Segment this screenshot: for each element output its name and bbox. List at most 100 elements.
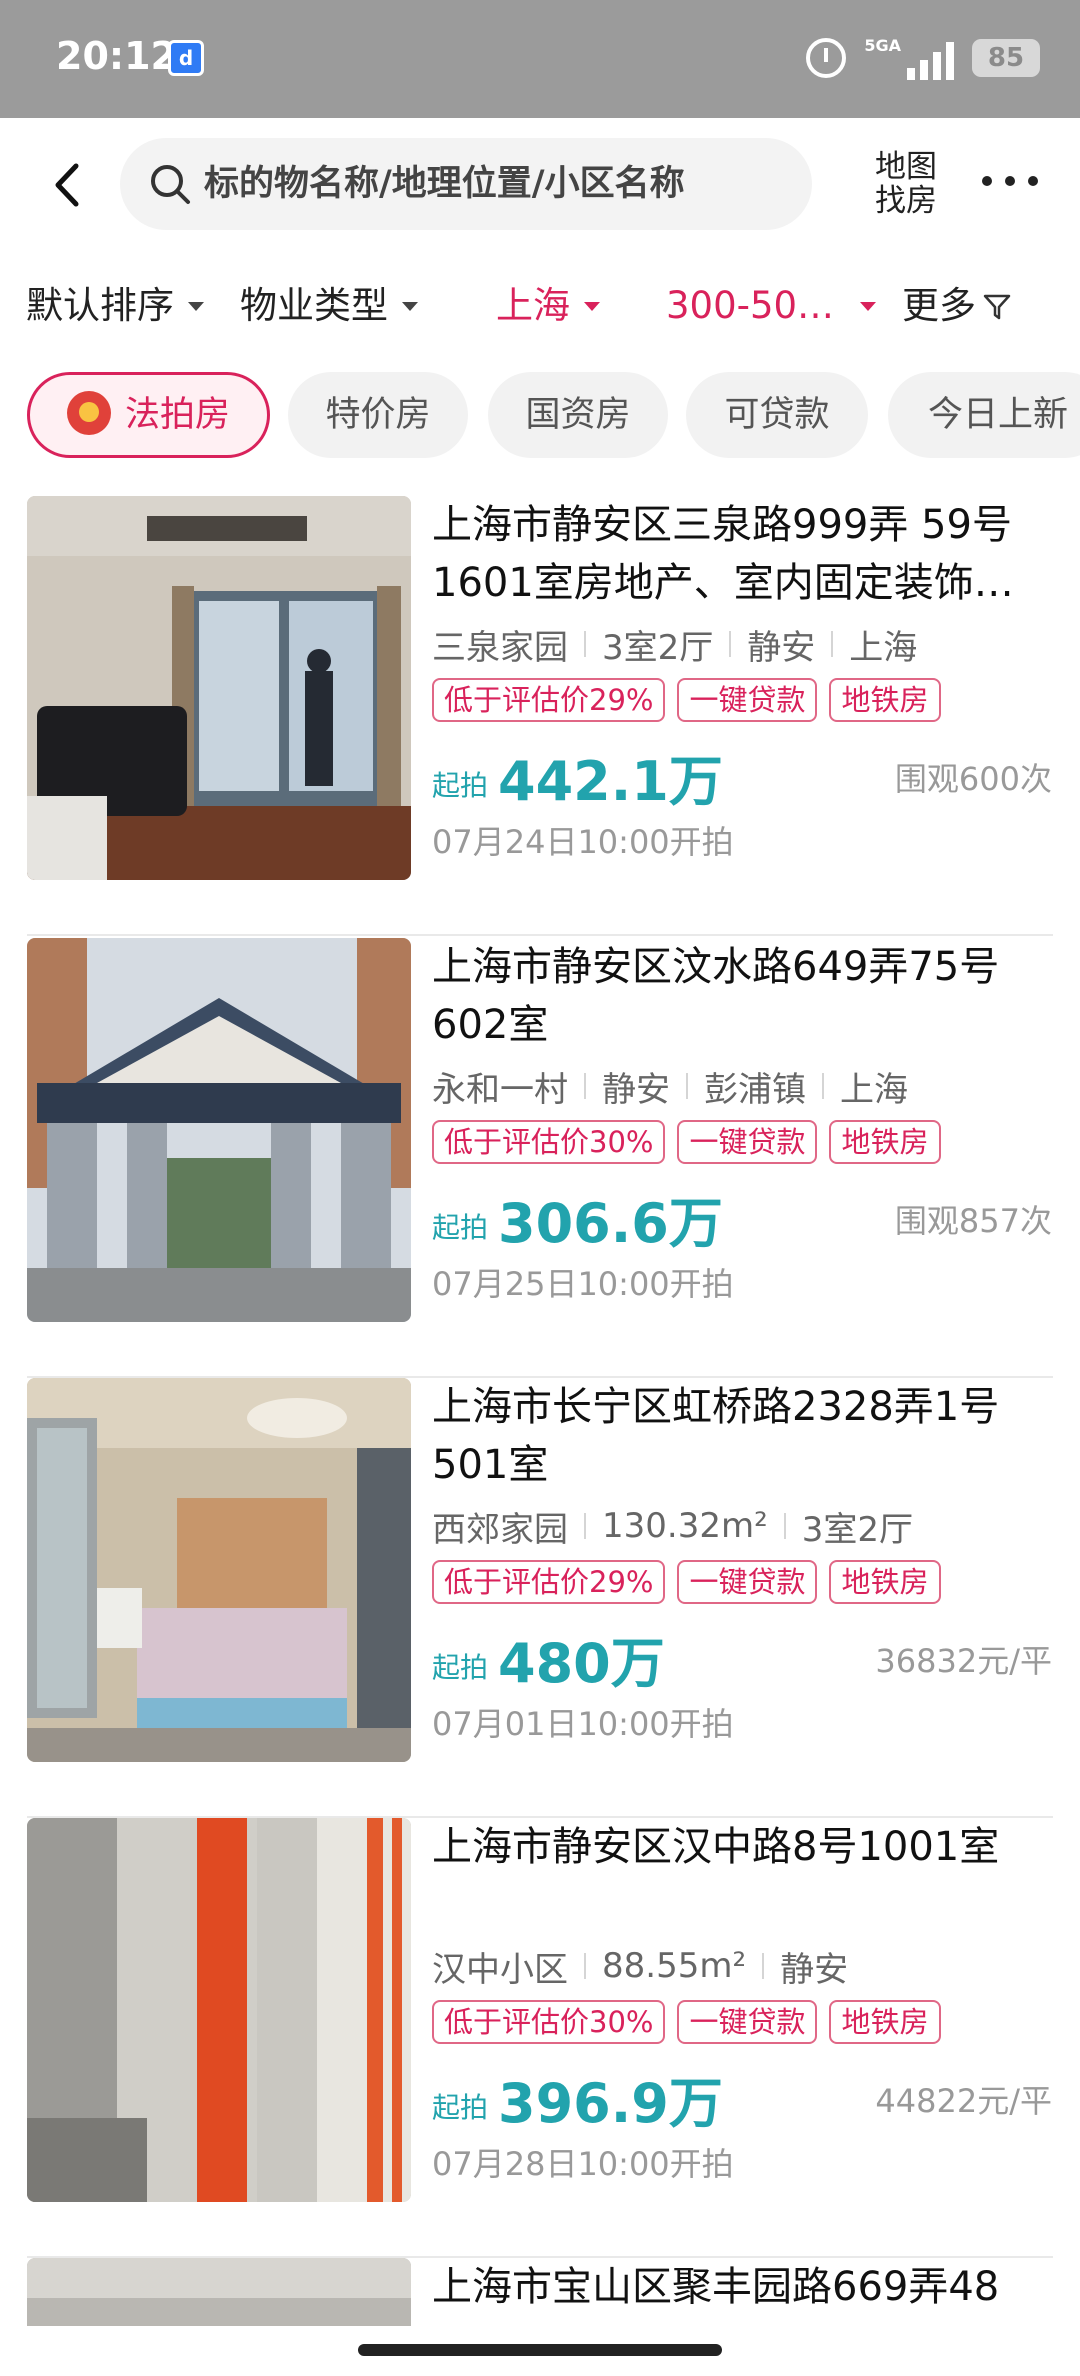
listing-meta: 三泉家园 3室2厅 静安 上海 — [432, 616, 1052, 672]
price-row: 起拍 306.6万 围观857次 — [432, 1186, 1052, 1256]
tag-discount: 低于评估价30% — [432, 2000, 666, 2044]
starting-price-label: 起拍 — [432, 2091, 489, 2124]
chip-judicial-auction[interactable]: 法拍房 — [27, 372, 270, 458]
divider — [27, 934, 1053, 936]
alarm-icon — [806, 38, 847, 78]
chip-label: 特价房 — [325, 395, 431, 435]
meta-district: 静安 — [602, 1069, 670, 1110]
search-input[interactable] — [204, 138, 794, 230]
auction-start-time: 07月01日10:00开拍 — [432, 1705, 734, 1743]
tag-discount: 低于评估价29% — [432, 1560, 666, 1604]
listing-meta: 西郊家园 130.32m² 3室2厅 — [432, 1498, 1052, 1554]
starting-price: 396.9万 — [498, 2072, 723, 2135]
back-arrow-icon[interactable] — [44, 160, 94, 210]
auction-start-time: 07月28日10:00开拍 — [432, 2145, 734, 2183]
chevron-down-icon — [584, 301, 600, 311]
notification-app-icon: d — [168, 40, 204, 76]
filter-property-type[interactable]: 物业类型 — [240, 278, 418, 334]
meta-community: 永和一村 — [432, 1069, 568, 1110]
auction-start-time: 07月24日10:00开拍 — [432, 823, 734, 861]
chevron-down-icon — [402, 301, 418, 311]
map-search-label-line1: 地图 — [875, 149, 937, 185]
filter-city-label: 上海 — [496, 284, 570, 327]
chip-state-owned[interactable]: 国资房 — [488, 372, 668, 458]
tag-loan: 一键贷款 — [677, 1560, 818, 1604]
filter-sort[interactable]: 默认排序 — [26, 278, 204, 334]
search-bar[interactable] — [120, 138, 812, 230]
bedroom-photo — [27, 1378, 411, 1762]
starting-price-label: 起拍 — [432, 1211, 489, 1244]
listing-tags: 低于评估价29% 一键贷款 地铁房 — [432, 1560, 1052, 1604]
meta-layout: 3室2厅 — [602, 627, 714, 668]
listing-tags: 低于评估价30% 一键贷款 地铁房 — [432, 1120, 1052, 1164]
tag-subway: 地铁房 — [829, 1120, 941, 1164]
listing-title: 上海市静安区汉中路8号1001室 — [432, 1824, 1000, 1870]
filter-price[interactable]: 300-50… — [666, 278, 877, 334]
search-icon — [151, 165, 190, 204]
chip-label: 今日上新 — [927, 395, 1068, 435]
quick-filter-chips: 法拍房 特价房 国资房 可贷款 今日上新 — [0, 368, 1080, 464]
tag-loan: 一键贷款 — [677, 1120, 818, 1164]
listing-card[interactable]: 上海市静安区三泉路999弄 59号1601室房地产、室内固定装饰… 三泉家园 3… — [0, 496, 1080, 936]
tag-loan: 一键贷款 — [677, 678, 818, 722]
filter-city[interactable]: 上海 — [496, 278, 600, 334]
more-options-icon[interactable] — [982, 176, 1038, 196]
map-search-button[interactable]: 地图 找房 — [866, 150, 946, 220]
meta-district: 静安 — [780, 1949, 849, 1990]
chip-label: 法拍房 — [124, 395, 230, 435]
chevron-down-icon — [860, 301, 877, 311]
status-bar: 20:12 d 5GA 85 — [0, 0, 1080, 118]
listing-card[interactable]: 上海市静安区汶水路649弄75号602室 永和一村 静安 彭浦镇 上海 低于评估… — [0, 938, 1080, 1378]
app-root: 20:12 d 5GA 85 地图 找房 — [0, 0, 1080, 2376]
meta-layout: 3室2厅 — [801, 1509, 913, 1550]
listing-title: 上海市静安区汶水路649弄75号602室 — [432, 944, 1000, 1048]
tag-loan: 一键贷款 — [677, 2000, 818, 2044]
unit-price: 36832元/平 — [875, 1642, 1052, 1680]
view-count: 围观857次 — [894, 1202, 1052, 1240]
starting-price: 480万 — [498, 1632, 665, 1695]
filter-bar: 默认排序 物业类型 上海 300-50… 更多 — [0, 250, 1080, 360]
starting-price-label: 起拍 — [432, 1651, 489, 1684]
tag-discount: 低于评估价29% — [432, 678, 666, 722]
auction-start-time: 07月25日10:00开拍 — [432, 1265, 734, 1303]
listing-title: 上海市静安区三泉路999弄 59号1601室房地产、室内固定装饰… — [432, 502, 1014, 606]
filter-property-type-label: 物业类型 — [240, 284, 388, 327]
chip-loan-available[interactable]: 可贷款 — [686, 372, 868, 458]
listing-card[interactable]: 上海市长宁区虹桥路2328弄1号501室 西郊家园 130.32m² 3室2厅 … — [0, 1378, 1080, 1818]
tag-subway: 地铁房 — [829, 2000, 941, 2044]
chip-label: 国资房 — [525, 395, 631, 435]
chip-label: 可贷款 — [724, 395, 830, 435]
meta-community: 西郊家园 — [432, 1509, 568, 1550]
chip-new-today[interactable]: 今日上新 — [888, 372, 1080, 458]
status-time: 20:12 — [56, 34, 177, 78]
tag-subway: 地铁房 — [829, 1560, 941, 1604]
chip-special-price[interactable]: 特价房 — [288, 372, 468, 458]
starting-price: 442.1万 — [498, 750, 723, 813]
view-count: 围观600次 — [894, 760, 1052, 798]
home-indicator[interactable] — [0, 2326, 1080, 2376]
network-type: 5GA — [864, 36, 901, 55]
filter-sort-label: 默认排序 — [26, 284, 174, 327]
filter-more[interactable]: 更多 — [902, 278, 1012, 334]
price-row: 起拍 442.1万 围观600次 — [432, 744, 1052, 814]
starting-price: 306.6万 — [498, 1192, 723, 1255]
meta-area: 88.55m² — [602, 1946, 747, 1986]
filter-more-label: 更多 — [902, 284, 976, 327]
signal-bars-icon — [907, 40, 954, 80]
meta-city: 上海 — [849, 627, 918, 668]
meta-city: 上海 — [840, 1069, 908, 1110]
community-gate-photo — [27, 938, 411, 1322]
listing-tags: 低于评估价30% 一键贷款 地铁房 — [432, 2000, 1052, 2044]
meta-community: 汉中小区 — [432, 1949, 568, 1990]
unit-price: 44822元/平 — [875, 2082, 1052, 2120]
listing-card[interactable]: 上海市静安区汉中路8号1001室 汉中小区 88.55m² 静安 低于评估价30… — [0, 1818, 1080, 2258]
status-icons: 5GA 85 — [806, 30, 1040, 86]
filter-price-label: 300-50… — [666, 284, 835, 327]
price-row: 起拍 480万 36832元/平 — [432, 1626, 1052, 1696]
search-header: 地图 找房 — [0, 118, 1080, 250]
meta-community: 三泉家园 — [432, 627, 568, 668]
funnel-icon — [983, 294, 1011, 320]
court-emblem-icon — [66, 391, 111, 435]
chevron-down-icon — [188, 301, 204, 311]
listing-title: 上海市宝山区聚丰园路669弄48 — [432, 2264, 1000, 2310]
